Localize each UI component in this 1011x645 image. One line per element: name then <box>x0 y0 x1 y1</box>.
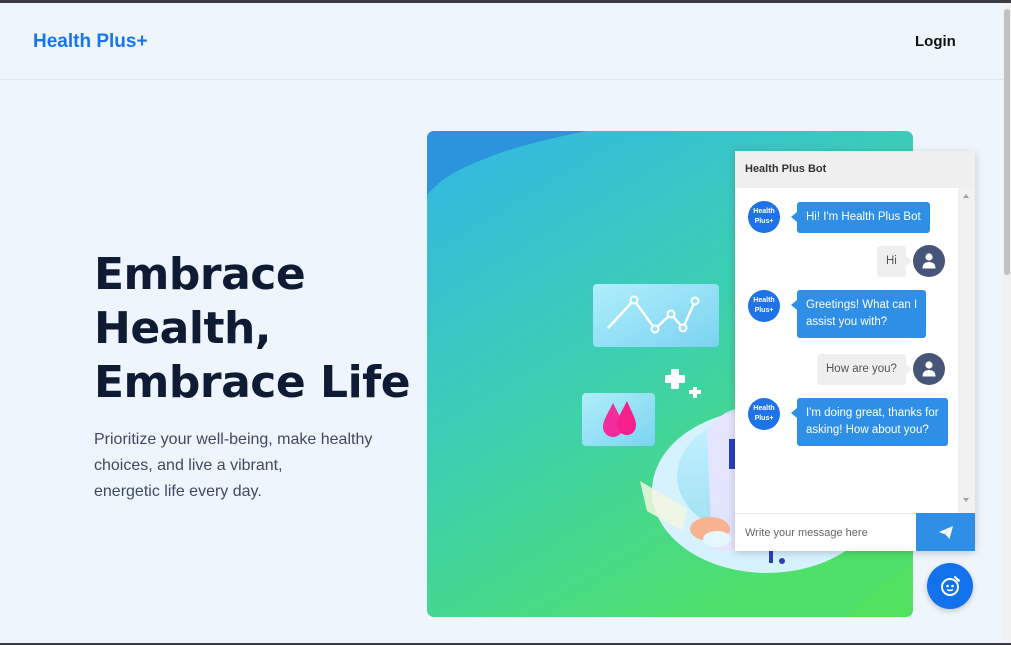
brand-logo[interactable]: Health Plus+ <box>33 31 148 53</box>
bot-avatar: Health Plus+ <box>748 201 780 233</box>
message-line: How are you? <box>826 363 897 375</box>
bot-avatar-label: Plus+ <box>754 415 774 422</box>
subtext-line: choices, and live a vibrant, <box>94 457 283 474</box>
subtext-line: energetic life every day. <box>94 483 262 500</box>
bot-avatar: Health Plus+ <box>748 398 780 430</box>
message-line: Hi <box>886 255 897 267</box>
user-icon <box>922 361 936 377</box>
chat-input-row <box>735 513 975 551</box>
chatbot-window: Health Plus Bot Health Plus+ Hi! I'm Hea… <box>735 151 975 551</box>
bot-message: Greetings! What can I assist you with? <box>790 290 927 338</box>
chatbot-icon <box>941 576 960 596</box>
navbar: Health Plus+ Login <box>0 3 1011 80</box>
scroll-down-arrow-icon[interactable] <box>963 498 969 502</box>
message-line: Greetings! What can I <box>806 299 918 311</box>
scroll-up-arrow-icon[interactable] <box>963 194 969 198</box>
chatbot-title: Health Plus Bot <box>735 151 975 188</box>
bot-avatar-label: Plus+ <box>754 307 774 314</box>
user-avatar <box>913 245 945 277</box>
user-avatar <box>913 353 945 385</box>
headline-line: Health, <box>94 303 272 354</box>
headline-line: Embrace Life <box>94 357 411 408</box>
bot-avatar-label: Plus+ <box>754 218 774 225</box>
page-scrollbar[interactable] <box>1003 3 1011 643</box>
message-input[interactable] <box>735 513 916 551</box>
chat-messages[interactable]: Health Plus+ Hi! I'm Health Plus Bot Hi … <box>735 188 958 513</box>
chatbot-toggle-button[interactable] <box>927 563 973 609</box>
page-scrollbar-thumb[interactable] <box>1004 9 1010 275</box>
subtext-line: Prioritize your well-being, make healthy <box>94 431 373 448</box>
bot-avatar-label: Health <box>753 208 775 215</box>
hero-headline: Embrace Health, Embrace Life <box>94 248 414 410</box>
bot-avatar: Health Plus+ <box>748 290 780 322</box>
message-line: assist you with? <box>806 316 888 328</box>
bot-avatar-label: Health <box>753 297 775 304</box>
send-button[interactable] <box>916 513 975 551</box>
bot-message: I'm doing great, thanks for asking! How … <box>791 398 948 446</box>
message-line: Hi! I'm Health Plus Bot <box>806 211 921 223</box>
bot-message: Hi! I'm Health Plus Bot <box>791 202 930 233</box>
user-message: Hi <box>877 246 912 277</box>
user-message: How are you? <box>817 354 912 385</box>
chat-scrollbar[interactable] <box>958 188 975 513</box>
headline-line: Embrace <box>94 249 306 300</box>
login-link[interactable]: Login <box>915 33 956 50</box>
bot-avatar-label: Health <box>753 405 775 412</box>
user-icon <box>922 253 936 269</box>
message-line: asking! How about you? <box>806 424 929 436</box>
hero-subtext: Prioritize your well-being, make healthy… <box>94 427 394 505</box>
send-icon <box>938 525 953 539</box>
message-line: I'm doing great, thanks for <box>806 407 939 419</box>
